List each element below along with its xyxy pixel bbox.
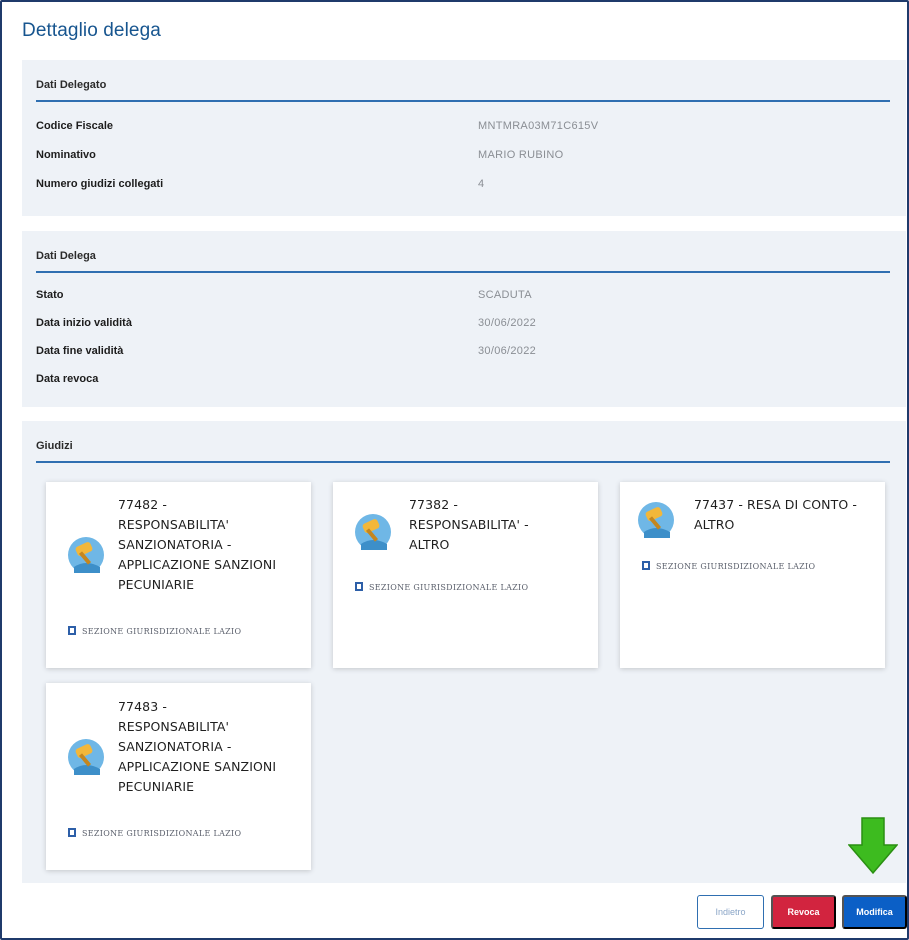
- giudizio-card[interactable]: 77482 - RESPONSABILITA' SANZIONATORIA - …: [46, 482, 311, 668]
- dati-delegato-panel: Dati Delegato Codice Fiscale MNTMRA03M71…: [22, 60, 906, 216]
- giudizio-title: 77437 - RESA DI CONTO - ALTRO: [694, 497, 857, 532]
- building-icon: [355, 582, 363, 591]
- arrow-down-icon: [848, 817, 898, 875]
- data-fine-value: 30/06/2022: [478, 345, 537, 357]
- back-button[interactable]: Indietro: [697, 895, 764, 929]
- data-inizio-value: 30/06/2022: [478, 317, 537, 329]
- giudizio-title: 77382 - RESPONSABILITA' - ALTRO: [409, 497, 529, 552]
- row-codice-fiscale: Codice Fiscale MNTMRA03M71C615V: [36, 120, 890, 140]
- judge-gavel-icon: [68, 537, 104, 573]
- nominativo-value: MARIO RUBINO: [478, 149, 564, 161]
- giudizio-title: 77482 - RESPONSABILITA' SANZIONATORIA - …: [118, 497, 277, 592]
- numero-giudizi-label: Numero giudizi collegati: [36, 178, 164, 190]
- row-stato: Stato SCADUTA: [36, 289, 890, 309]
- codice-fiscale-label: Codice Fiscale: [36, 120, 114, 132]
- stato-label: Stato: [36, 289, 64, 301]
- building-icon: [68, 828, 76, 837]
- giudizio-card[interactable]: 77382 - RESPONSABILITA' - ALTRO SEZIONE …: [333, 482, 598, 668]
- sezione-label: SEZIONE GIURISDIZIONALE LAZIO: [642, 561, 815, 571]
- nominativo-label: Nominativo: [36, 149, 96, 161]
- row-data-fine: Data fine validità 30/06/2022: [36, 345, 890, 365]
- numero-giudizi-value: 4: [478, 178, 485, 190]
- page-title: Dettaglio delega: [22, 20, 161, 41]
- row-data-revoca: Data revoca: [36, 373, 890, 393]
- codice-fiscale-value: MNTMRA03M71C615V: [478, 120, 599, 132]
- sezione-label: SEZIONE GIURISDIZIONALE LAZIO: [355, 582, 528, 592]
- dati-delegato-heading: Dati Delegato: [36, 76, 890, 102]
- building-icon: [642, 561, 650, 570]
- row-nominativo: Nominativo MARIO RUBINO: [36, 149, 890, 169]
- giudizi-heading: Giudizi: [36, 437, 890, 463]
- revoca-button[interactable]: Revoca: [771, 895, 836, 929]
- stato-value: SCADUTA: [478, 289, 532, 301]
- sezione-label: SEZIONE GIURISDIZIONALE LAZIO: [68, 828, 241, 838]
- judge-gavel-icon: [68, 739, 104, 775]
- dati-delega-heading: Dati Delega: [36, 247, 890, 273]
- building-icon: [68, 626, 76, 635]
- sezione-label: SEZIONE GIURISDIZIONALE LAZIO: [68, 626, 241, 636]
- giudizio-card[interactable]: 77437 - RESA DI CONTO - ALTRO SEZIONE GI…: [620, 482, 885, 668]
- giudizio-card[interactable]: 77483 - RESPONSABILITA' SANZIONATORIA - …: [46, 683, 311, 870]
- data-fine-label: Data fine validità: [36, 345, 124, 357]
- modifica-button[interactable]: Modifica: [842, 895, 907, 929]
- data-revoca-label: Data revoca: [36, 373, 99, 385]
- judge-gavel-icon: [355, 514, 391, 550]
- giudizio-title: 77483 - RESPONSABILITA' SANZIONATORIA - …: [118, 699, 277, 794]
- dati-delega-panel: Dati Delega Stato SCADUTA Data inizio va…: [22, 231, 906, 407]
- data-inizio-label: Data inizio validità: [36, 317, 132, 329]
- row-data-inizio: Data inizio validità 30/06/2022: [36, 317, 890, 337]
- judge-gavel-icon: [638, 502, 674, 538]
- row-numero-giudizi: Numero giudizi collegati 4: [36, 178, 890, 198]
